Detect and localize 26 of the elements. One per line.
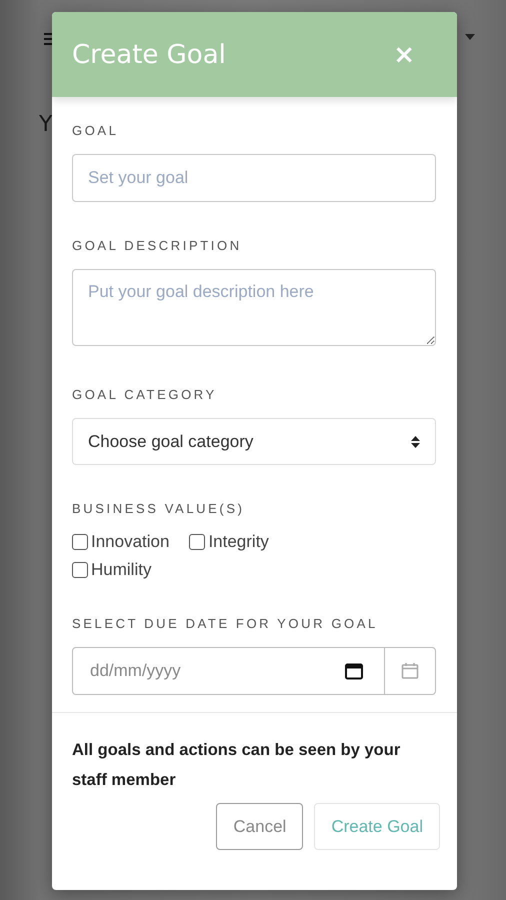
checkbox-label: Innovation: [91, 532, 170, 552]
field-label: BUSINESS VALUE(S): [72, 501, 246, 516]
menu-icon[interactable]: [44, 31, 52, 47]
create-goal-button[interactable]: Create Goal: [314, 803, 440, 850]
checkbox-label: Integrity: [208, 532, 269, 552]
checkbox-label: Humility: [91, 560, 152, 580]
checkbox[interactable]: [72, 534, 88, 550]
calendar-icon: [401, 662, 419, 680]
field-label: SELECT DUE DATE FOR YOUR GOAL: [72, 616, 379, 631]
category-select[interactable]: Choose goal category: [72, 418, 436, 465]
field-label: GOAL: [72, 123, 120, 138]
caret-icon[interactable]: [465, 34, 475, 40]
cancel-button[interactable]: Cancel: [216, 803, 304, 850]
visibility-note: All goals and actions can be seen by your staff member: [72, 740, 402, 791]
description-input[interactable]: Put your goal description here: [72, 269, 436, 346]
checkbox[interactable]: [189, 534, 206, 550]
updown-caret-icon: [411, 434, 420, 448]
close-button[interactable]: ×: [393, 42, 415, 68]
calendar-icon[interactable]: [344, 661, 364, 681]
page-heading: Y: [39, 112, 52, 138]
dialog-title: Create Goal: [72, 40, 226, 70]
checkbox[interactable]: [72, 562, 88, 578]
field-label: GOAL CATEGORY: [72, 387, 218, 402]
field-label: GOAL DESCRIPTION: [72, 238, 243, 253]
date-picker[interactable]: dd/mm/yyyy: [72, 647, 436, 695]
goal-input[interactable]: Set your goal: [72, 154, 436, 202]
